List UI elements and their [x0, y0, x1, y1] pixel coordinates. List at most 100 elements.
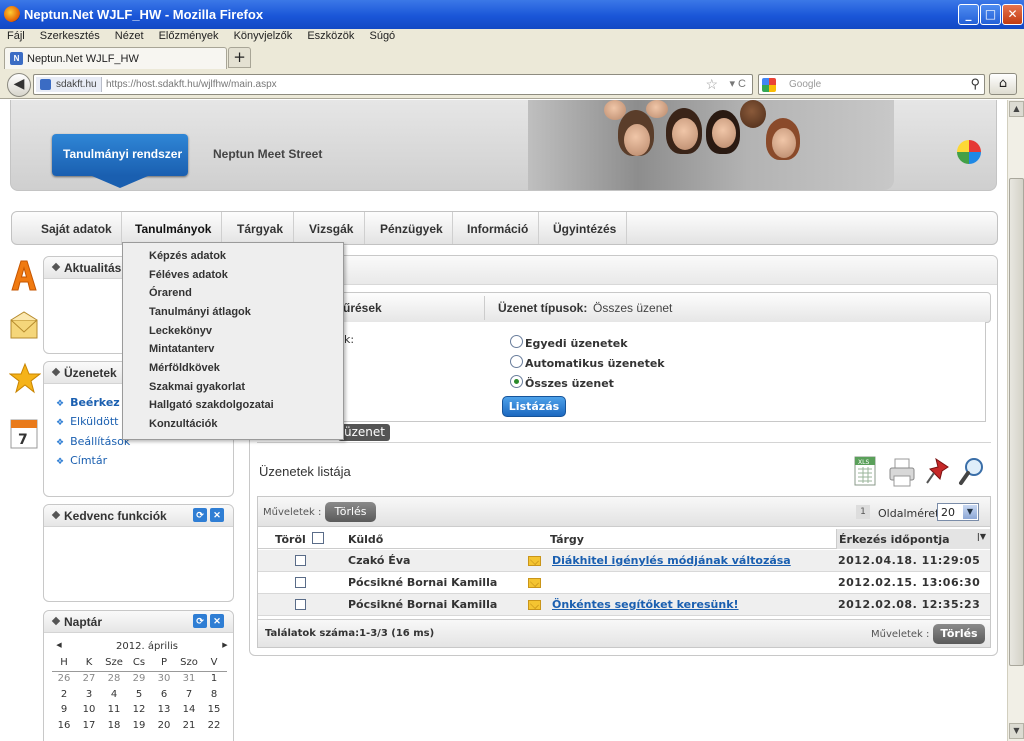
- radio-all[interactable]: [510, 375, 523, 388]
- calendar-day[interactable]: 22: [202, 720, 226, 731]
- menu-help[interactable]: Súgó: [364, 29, 400, 42]
- nav-tanulmanyok[interactable]: Tanulmányok: [122, 212, 222, 244]
- menu-item-szakmai-gyakorlat[interactable]: Szakmai gyakorlat: [149, 381, 245, 393]
- calendar-day[interactable]: 2: [52, 689, 76, 700]
- menu-item-leckekonyv[interactable]: Leckekönyv: [149, 325, 212, 337]
- calendar-day[interactable]: 31: [177, 673, 201, 684]
- scroll-up-icon[interactable]: ▲: [1009, 101, 1024, 117]
- radio-individual-label[interactable]: Egyedi üzenetek: [525, 337, 628, 350]
- calendar-day[interactable]: 5: [127, 689, 151, 700]
- sent-link[interactable]: Elküldött ü: [56, 415, 129, 428]
- news-a-icon[interactable]: [9, 258, 39, 291]
- calendar-day[interactable]: 3: [77, 689, 101, 700]
- vertical-scrollbar[interactable]: ▲ ▼: [1007, 100, 1024, 741]
- calendar-day[interactable]: 28: [102, 673, 126, 684]
- calendar-day[interactable]: 15: [202, 704, 226, 715]
- col-sender[interactable]: Küldő: [348, 533, 383, 546]
- calendar-day[interactable]: 27: [77, 673, 101, 684]
- excel-export-icon[interactable]: XLS: [852, 455, 878, 487]
- nav-sajat-adatok[interactable]: Saját adatok: [12, 212, 122, 244]
- close-box-icon[interactable]: ✕: [210, 614, 224, 628]
- radio-all-label[interactable]: Összes üzenet: [525, 377, 614, 390]
- calendar-icon[interactable]: 7: [9, 416, 39, 449]
- menu-item-hallgato-szakdolgozatai[interactable]: Hallgató szakdolgozatai: [149, 399, 274, 411]
- scrollbar-thumb[interactable]: [1009, 178, 1024, 666]
- list-button[interactable]: Listázás: [502, 396, 566, 417]
- calendar-day[interactable]: 8: [202, 689, 226, 700]
- calendar-day[interactable]: 30: [152, 673, 176, 684]
- menu-item-kepzes-adatok[interactable]: Képzés adatok: [149, 250, 226, 262]
- nav-targyak[interactable]: Tárgyak: [222, 212, 294, 244]
- menu-item-tanulmanyi-atlagok[interactable]: Tanulmányi átlagok: [149, 306, 251, 318]
- calendar-day[interactable]: 21: [177, 720, 201, 731]
- radio-automatic[interactable]: [510, 355, 523, 368]
- delete-button[interactable]: Törlés: [325, 502, 376, 522]
- calendar-day[interactable]: 10: [77, 704, 101, 715]
- back-button[interactable]: ◀: [7, 73, 31, 97]
- search-box[interactable]: Google ⚲: [758, 74, 985, 95]
- menu-history[interactable]: Előzmények: [154, 29, 224, 42]
- directory-link[interactable]: Címtár: [56, 454, 107, 467]
- search-icon[interactable]: ⚲: [970, 76, 980, 92]
- col-arrival[interactable]: Érkezés időpontja |▼: [836, 529, 990, 549]
- radio-individual[interactable]: [510, 335, 523, 348]
- nav-ugyintezes[interactable]: Ügyintézés: [539, 212, 627, 244]
- menu-item-merfoldkovek[interactable]: Mérföldkövek: [149, 362, 220, 374]
- calendar-prev-icon[interactable]: ◀: [52, 641, 66, 649]
- browser-tab[interactable]: N Neptun.Net WJLF_HW: [4, 47, 227, 69]
- menu-item-mintatanterv[interactable]: Mintatanterv: [149, 343, 214, 355]
- calendar-day[interactable]: 7: [177, 689, 201, 700]
- google-icon[interactable]: [762, 78, 776, 92]
- inbox-link[interactable]: Beérkez: [56, 396, 120, 409]
- new-message-button[interactable]: üzenet: [338, 424, 390, 441]
- settings-link[interactable]: Beállítások: [56, 435, 130, 448]
- row-checkbox[interactable]: [295, 555, 306, 566]
- star-icon[interactable]: [8, 362, 42, 394]
- menu-edit[interactable]: Szerkesztés: [35, 29, 105, 42]
- row-subject-link[interactable]: Önkéntes segítőket keresünk!: [552, 598, 739, 611]
- page-number[interactable]: 1: [856, 505, 870, 519]
- calendar-day[interactable]: 11: [102, 704, 126, 715]
- minimize-button[interactable]: _: [958, 4, 979, 25]
- calendar-day[interactable]: 6: [152, 689, 176, 700]
- table-row[interactable]: Czakó Éva Diákhitel igénylés módjának vá…: [258, 550, 990, 572]
- nav-penzugyek[interactable]: Pénzügyek: [365, 212, 453, 244]
- footer-delete-button[interactable]: Törlés: [933, 624, 985, 644]
- search-magnifier-icon[interactable]: [958, 455, 984, 487]
- calendar-day[interactable]: 13: [152, 704, 176, 715]
- neptun-logo-icon[interactable]: [957, 140, 981, 164]
- menu-item-konzultaciok[interactable]: Konzultációk: [149, 418, 217, 430]
- calendar-next-icon[interactable]: ▶: [218, 641, 232, 649]
- menu-item-feleves-adatok[interactable]: Féléves adatok: [149, 269, 228, 281]
- print-icon[interactable]: [888, 455, 915, 487]
- calendar-day[interactable]: 26: [52, 673, 76, 684]
- meet-street-link[interactable]: Neptun Meet Street: [213, 147, 322, 161]
- calendar-day[interactable]: 18: [102, 720, 126, 731]
- bookmark-star-icon[interactable]: ☆: [705, 76, 718, 93]
- table-row[interactable]: Pócsikné Bornai Kamilla Önkéntes segítők…: [258, 594, 990, 616]
- nav-informacio[interactable]: Információ: [453, 212, 539, 244]
- page-size-select[interactable]: 20 ▼: [937, 503, 979, 521]
- calendar-day[interactable]: 12: [127, 704, 151, 715]
- col-subject[interactable]: Tárgy: [550, 533, 584, 546]
- pin-icon[interactable]: [924, 455, 950, 487]
- calendar-day[interactable]: 20: [152, 720, 176, 731]
- row-checkbox[interactable]: [295, 577, 306, 588]
- close-window-button[interactable]: ✕: [1002, 4, 1023, 25]
- calendar-day[interactable]: 14: [177, 704, 201, 715]
- calendar-day[interactable]: 19: [127, 720, 151, 731]
- select-all-checkbox[interactable]: [312, 532, 324, 544]
- calendar-day[interactable]: 4: [102, 689, 126, 700]
- refresh-icon[interactable]: ⟳: [193, 508, 207, 522]
- reload-icon[interactable]: ▾ C: [729, 77, 746, 90]
- close-box-icon[interactable]: ✕: [210, 508, 224, 522]
- url-bar[interactable]: sdakft.hu https://host.sdakft.hu/wjlfhw/…: [33, 74, 753, 95]
- calendar-day[interactable]: 9: [52, 704, 76, 715]
- envelope-icon[interactable]: [9, 310, 39, 342]
- row-subject-link[interactable]: Diákhitel igénylés módjának változása: [552, 554, 791, 567]
- home-button[interactable]: ⌂: [989, 73, 1017, 95]
- menu-bookmarks[interactable]: Könyvjelzők: [229, 29, 298, 42]
- menu-item-orarend[interactable]: Órarend: [149, 287, 192, 299]
- nav-vizsgak[interactable]: Vizsgák: [294, 212, 365, 244]
- new-tab-button[interactable]: +: [228, 47, 251, 68]
